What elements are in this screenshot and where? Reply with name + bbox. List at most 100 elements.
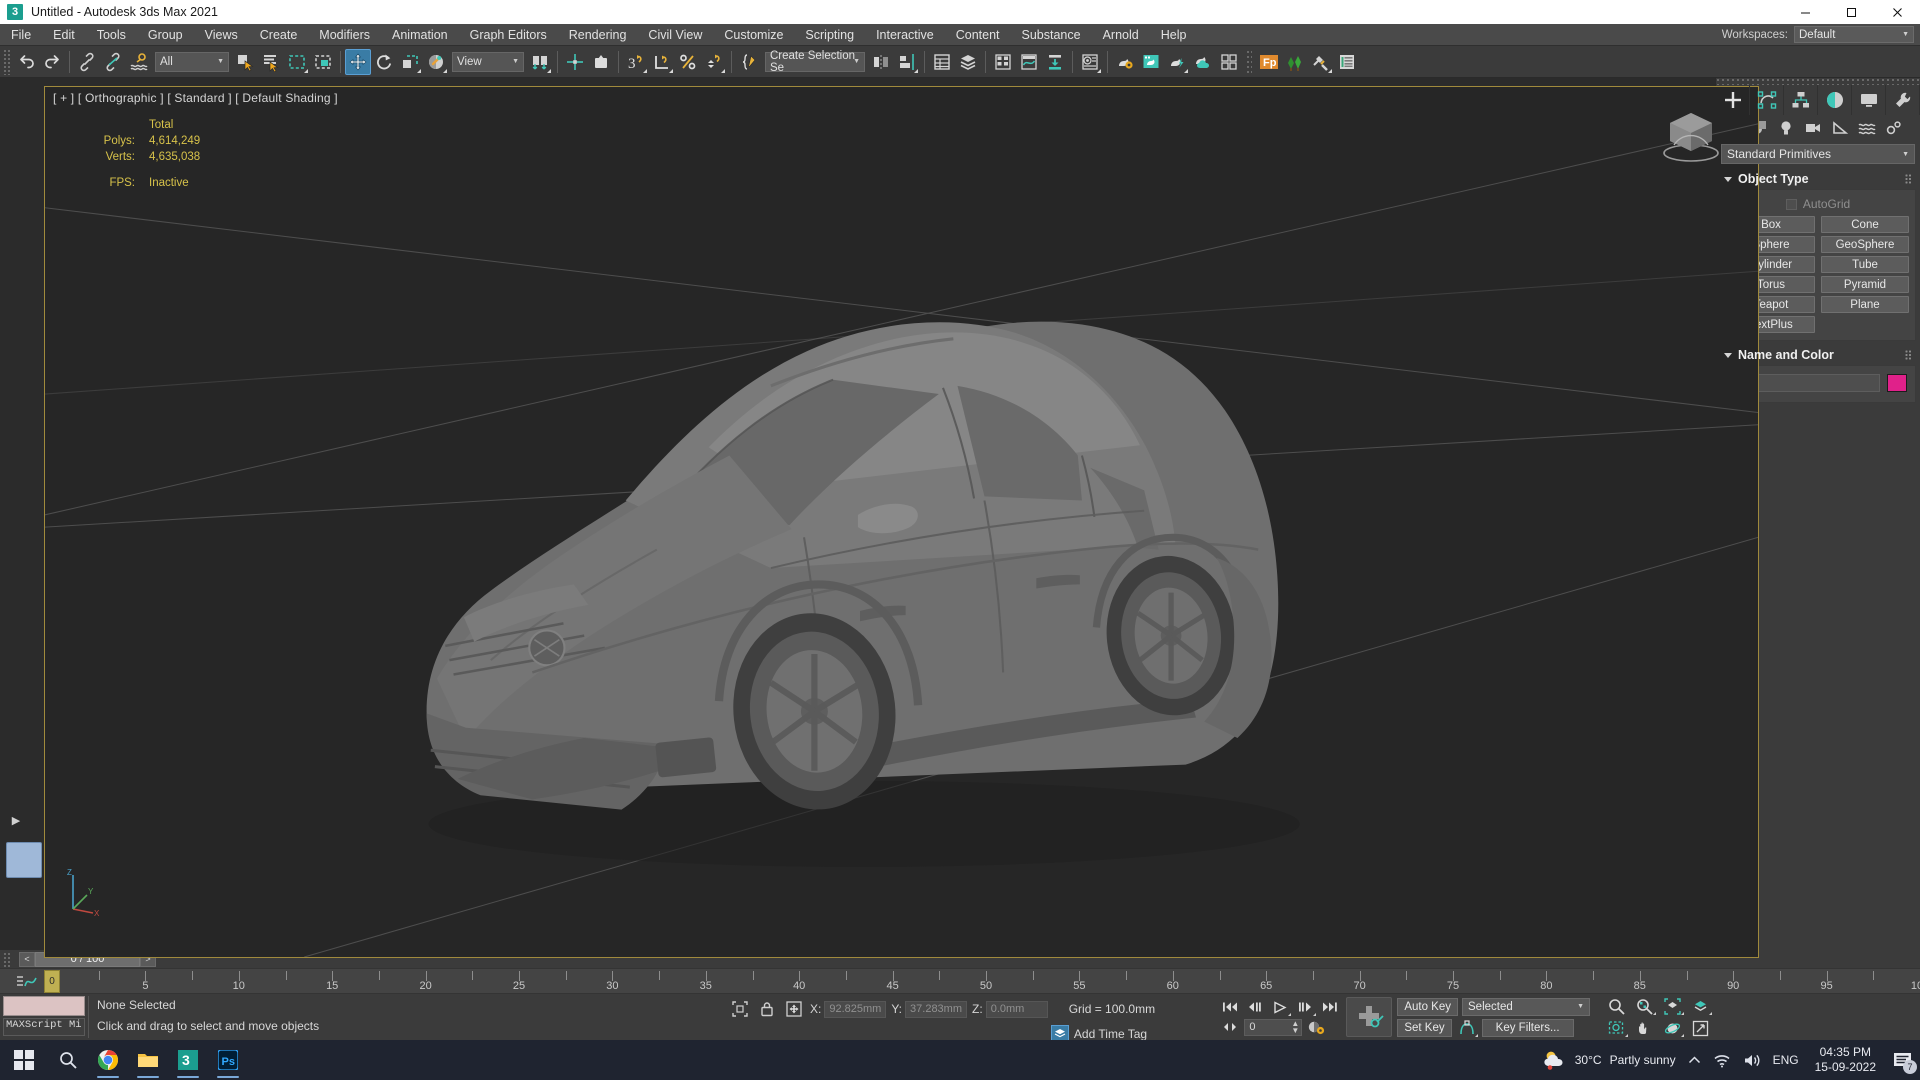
time-slider[interactable]: 0 [44, 970, 60, 993]
coord-z-field[interactable]: 0.0mm [985, 1000, 1048, 1018]
layer-explorer-icon[interactable] [929, 49, 955, 75]
chrome-icon[interactable] [88, 1040, 128, 1080]
scene-explorer-icon[interactable] [955, 49, 981, 75]
cp-sub-helpers[interactable] [1827, 116, 1852, 140]
viewport-minimize-button[interactable] [6, 842, 42, 878]
render-setup-icon[interactable] [1112, 49, 1138, 75]
menu-tools[interactable]: Tools [86, 24, 137, 46]
render-production-icon[interactable] [1164, 49, 1190, 75]
pan-view-icon[interactable] [1631, 1018, 1658, 1039]
zoom-all-icon[interactable] [1631, 996, 1658, 1017]
viewport-label[interactable]: [ + ] [ Orthographic ] [ Standard ] [ De… [53, 91, 338, 105]
key-mode-dropdown[interactable]: Selected ▼ [1462, 997, 1590, 1016]
goto-start-button[interactable] [1219, 998, 1241, 1016]
rectangular-selection-region-icon[interactable] [284, 49, 310, 75]
edit-named-selection-sets-icon[interactable] [736, 49, 762, 75]
maximize-viewport-toggle-icon[interactable] [1687, 1018, 1714, 1039]
select-object-icon[interactable] [232, 49, 258, 75]
menu-content[interactable]: Content [945, 24, 1011, 46]
menu-substance[interactable]: Substance [1011, 24, 1092, 46]
minimize-button[interactable] [1782, 0, 1828, 24]
3dsmax-icon[interactable]: 3 [168, 1040, 208, 1080]
windows-start-icon[interactable] [0, 1040, 48, 1080]
orbit-icon[interactable] [1659, 1018, 1686, 1039]
key-tangent-icon[interactable] [1456, 1019, 1478, 1037]
cp-tab-display[interactable] [1852, 85, 1886, 115]
snaps-toggle-icon[interactable] [588, 49, 614, 75]
menu-views[interactable]: Views [194, 24, 249, 46]
menu-customize[interactable]: Customize [713, 24, 794, 46]
play-animation-button[interactable] [1269, 998, 1292, 1016]
menu-create[interactable]: Create [249, 24, 309, 46]
menu-file[interactable]: File [0, 24, 42, 46]
tray-overflow-icon[interactable] [1682, 1040, 1707, 1080]
selection-lock-icon[interactable] [756, 998, 778, 1020]
zoom-region-icon[interactable] [1603, 1018, 1630, 1039]
flow-production-icon[interactable]: Fp [1256, 49, 1282, 75]
time-configuration-icon[interactable] [1305, 1018, 1327, 1036]
material-editor-icon[interactable] [1077, 49, 1103, 75]
create-pyramid-button[interactable]: Pyramid [1821, 276, 1909, 293]
clock[interactable]: 04:35 PM 15-09-2022 [1805, 1040, 1886, 1080]
menu-rendering[interactable]: Rendering [558, 24, 638, 46]
create-plane-button[interactable]: Plane [1821, 296, 1909, 313]
set-keys-button[interactable] [1346, 997, 1393, 1037]
window-crossing-icon[interactable] [310, 49, 336, 75]
photoshop-icon[interactable]: Ps [208, 1040, 248, 1080]
workspaces-dropdown[interactable]: Default ▼ [1794, 26, 1914, 43]
next-frame-button[interactable] [1294, 998, 1317, 1016]
undo-button[interactable] [13, 49, 39, 75]
create-cone-button[interactable]: Cone [1821, 216, 1909, 233]
reference-coordinate-dropdown[interactable]: View ▼ [452, 51, 524, 72]
spinner-icon[interactable]: ▲ ▼ [1291, 1020, 1299, 1035]
select-and-move-button[interactable] [345, 48, 371, 75]
object-category-dropdown[interactable]: Standard Primitives ▼ [1721, 144, 1915, 164]
select-and-place-icon[interactable] [423, 49, 449, 75]
key-filters-button[interactable]: Key Filters... [1481, 1018, 1574, 1037]
language-indicator[interactable]: ENG [1767, 1040, 1805, 1080]
key-mode-toggle-icon[interactable] [1219, 1018, 1241, 1036]
object-type-header[interactable]: Object Type [1720, 169, 1916, 189]
zoom-icon[interactable] [1603, 996, 1630, 1017]
named-selection-sets-dropdown[interactable]: Create Selection Se ▼ [765, 50, 865, 74]
spinner-snap-toggle-icon[interactable] [701, 49, 727, 75]
zoom-extents-icon[interactable] [1659, 996, 1686, 1017]
menu-edit[interactable]: Edit [42, 24, 86, 46]
menu-group[interactable]: Group [137, 24, 194, 46]
wifi-icon[interactable] [1707, 1040, 1737, 1080]
set-key-button[interactable]: Set Key [1397, 1018, 1452, 1037]
menu-interactive[interactable]: Interactive [865, 24, 945, 46]
view-cube[interactable] [1656, 105, 1726, 165]
close-button[interactable] [1874, 0, 1920, 24]
menu-help[interactable]: Help [1150, 24, 1198, 46]
cp-sub-space-warps[interactable] [1854, 116, 1879, 140]
render-in-cloud-icon[interactable] [1190, 49, 1216, 75]
menu-civil-view[interactable]: Civil View [637, 24, 713, 46]
curve-editor-icon[interactable] [1016, 49, 1042, 75]
snaps-3d-icon[interactable]: 3 [623, 49, 649, 75]
menu-arnold[interactable]: Arnold [1092, 24, 1150, 46]
coord-x[interactable]: X: 92.825mm [810, 1000, 887, 1018]
coord-z[interactable]: Z: 0.0mm [972, 1000, 1048, 1018]
previous-frame-button[interactable] [1244, 998, 1266, 1016]
coord-x-field[interactable]: 92.825mm [824, 1000, 887, 1018]
select-and-link-icon[interactable] [74, 49, 100, 75]
cp-sub-systems[interactable] [1881, 116, 1906, 140]
angle-snap-toggle-icon[interactable] [649, 49, 675, 75]
select-and-manipulate-icon[interactable] [562, 49, 588, 75]
weather-widget[interactable]: 30°C Partly sunny [1536, 1040, 1682, 1080]
menu-modifiers[interactable]: Modifiers [308, 24, 381, 46]
autogrid-checkbox[interactable] [1785, 198, 1797, 210]
scene-converter-icon[interactable] [1334, 49, 1360, 75]
unlink-selection-icon[interactable] [100, 49, 126, 75]
cp-tab-modify[interactable] [1750, 85, 1784, 115]
coord-y-field[interactable]: 37.283mm [905, 1000, 968, 1018]
prev-frame-button[interactable]: < [19, 951, 35, 967]
timeline-ruler[interactable]: 5 10 15 20 25 30 35 40 45 50 55 60 65 70 75 80 85 90 95 100… [0, 968, 1920, 994]
maxscript-output-field[interactable] [3, 996, 85, 1016]
select-by-name-icon[interactable] [258, 49, 284, 75]
max-script-listener-icon[interactable] [1308, 49, 1334, 75]
schematic-view-icon[interactable] [1042, 49, 1068, 75]
substance-icon[interactable] [1282, 49, 1308, 75]
goto-end-button[interactable] [1319, 998, 1341, 1016]
